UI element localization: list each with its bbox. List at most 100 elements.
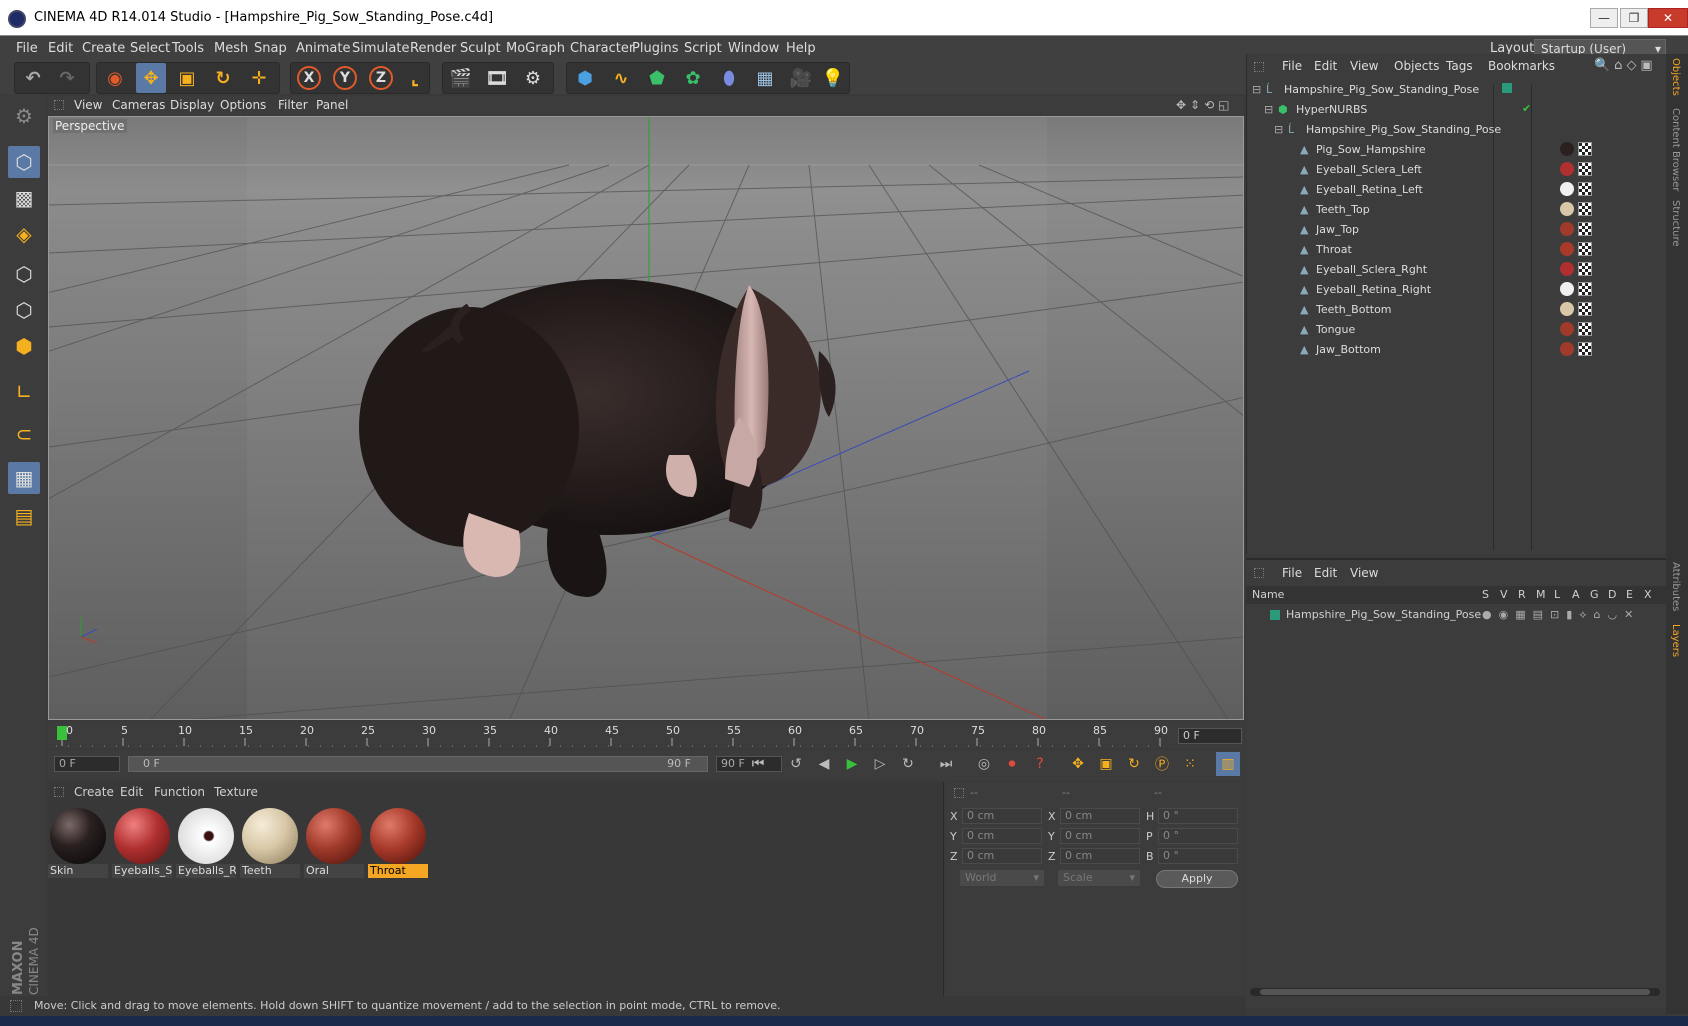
object-row[interactable]: ⊟ Ĺ Hampshire_Pig_Sow_Standing_Pose [1250,120,1664,140]
light-icon[interactable]: 💡 [818,63,848,93]
material-tag-icon[interactable] [1560,142,1574,156]
camera-icon[interactable]: 🎥 [786,63,816,93]
layer-col-generators[interactable]: G [1590,588,1599,601]
material-menu-edit[interactable]: Edit [120,785,143,799]
size-y-field[interactable]: 0 cm [1060,828,1140,844]
scale-icon[interactable]: ▣ [172,63,202,93]
object-row[interactable]: ▲ Jaw_Bottom [1250,340,1664,360]
position-y-field[interactable]: 0 cm [962,828,1042,844]
position-x-field[interactable]: 0 cm [962,808,1042,824]
menu-render[interactable]: Render [410,41,456,56]
key-pla-icon[interactable]: ⁙ [1178,752,1202,776]
layer-col-render[interactable]: R [1518,588,1526,601]
object-menu-file[interactable]: File [1282,59,1302,73]
size-mode-select[interactable]: Scale ▾ [1058,870,1140,886]
material-swatch-oral[interactable]: Oral [304,806,364,878]
next-key-icon[interactable]: ↻ [896,752,920,776]
uvw-tag-icon[interactable] [1578,242,1592,256]
layer-col-view[interactable]: V [1500,588,1508,601]
object-row[interactable]: ▲ Eyeball_Sclera_Rght [1250,260,1664,280]
material-tag-icon[interactable] [1560,322,1574,336]
nurbs-icon[interactable]: ⬟ [642,63,672,93]
record-keys-icon[interactable]: ◎ [972,752,996,776]
live-selection-icon[interactable]: ◉ [100,63,130,93]
render-picture-viewer-icon[interactable]: 🎞 [482,63,512,93]
tab-attributes[interactable]: Attributes [1670,562,1681,611]
texture-mode-icon[interactable]: ▩ [8,182,40,214]
size-x-field[interactable]: 0 cm [1060,808,1140,824]
menu-select[interactable]: Select [130,41,170,56]
autokey-icon[interactable]: ⏺ [1000,752,1024,776]
previous-frame-icon[interactable]: ◀ [812,752,836,776]
viewport-menu-options[interactable]: Options [220,98,266,112]
layer-row[interactable]: Hampshire_Pig_Sow_Standing_Pose ●◉▦▤⊡▮⟡⌂… [1246,606,1666,624]
render-view-icon[interactable]: 🎬 [446,63,476,93]
key-parameter-icon[interactable]: Ⓟ [1150,752,1174,776]
object-row[interactable]: ▲ Throat [1250,240,1664,260]
points-mode-icon[interactable]: ⬡ [8,258,40,290]
layer-col-solo[interactable]: S [1482,588,1489,601]
rotation-h-field[interactable]: 0 ° [1158,808,1238,824]
layer-col-xref[interactable]: X [1644,588,1652,601]
frame-range-slider[interactable]: 0 F 90 F [128,756,708,772]
redo-icon[interactable]: ↷ [52,63,82,93]
uvw-tag-icon[interactable] [1578,202,1592,216]
material-swatch-skin[interactable]: Skin [48,806,108,878]
uvw-tag-icon[interactable] [1578,222,1592,236]
menu-help[interactable]: Help [786,41,816,56]
rotation-p-field[interactable]: 0 ° [1158,828,1238,844]
spline-icon[interactable]: ∿ [606,63,636,93]
viewport-menu-view[interactable]: View [74,98,102,112]
layer-col-animation[interactable]: A [1572,588,1580,601]
maximize-button[interactable]: ❐ [1620,8,1648,28]
layer-col-expressions[interactable]: E [1626,588,1633,601]
layer-col-deformers[interactable]: D [1608,588,1616,601]
key-rotation-icon[interactable]: ↻ [1122,752,1146,776]
material-tag-icon[interactable] [1560,182,1574,196]
material-tag-icon[interactable] [1560,222,1574,236]
material-tag-icon[interactable] [1560,342,1574,356]
material-tag-icon[interactable] [1560,302,1574,316]
object-menu-objects[interactable]: Objects [1394,59,1439,73]
object-row[interactable]: ▲ Tongue [1250,320,1664,340]
object-row[interactable]: ⊟ ⬢ HyperNURBS ✔ [1250,100,1664,120]
layer-col-manager[interactable]: M [1536,588,1546,601]
menu-snap[interactable]: Snap [254,41,287,56]
undo-icon[interactable]: ↶ [18,63,48,93]
x-axis-lock[interactable]: X [294,63,324,93]
floor-icon[interactable]: ▦ [750,63,780,93]
object-row[interactable]: ▲ Pig_Sow_Hampshire [1250,140,1664,160]
menu-plugins[interactable]: Plugins [632,41,679,56]
menu-edit[interactable]: Edit [48,41,73,56]
horizontal-scrollbar[interactable] [1250,988,1660,996]
edges-mode-icon[interactable]: ⬡ [8,294,40,326]
collapse-icon[interactable]: ⊟ [1252,83,1261,96]
array-icon[interactable]: ✿ [678,63,708,93]
object-row[interactable]: ▲ Jaw_Top [1250,220,1664,240]
move-icon[interactable]: ✥ [136,63,166,93]
uvw-tag-icon[interactable] [1578,182,1592,196]
key-scale-icon[interactable]: ▣ [1094,752,1118,776]
polygons-mode-icon[interactable]: ⬢ [8,330,40,362]
material-swatch-throat[interactable]: Throat [368,806,428,878]
material-menu-texture[interactable]: Texture [214,785,258,799]
object-nav-icons[interactable]: 🔍⌂◇▣ [1594,58,1657,73]
layer-menu-view[interactable]: View [1350,566,1378,580]
key-position-icon[interactable]: ✥ [1066,752,1090,776]
tab-content-browser[interactable]: Content Browser [1670,108,1681,191]
snap-icon[interactable]: ▦ [8,462,40,494]
uvw-tag-icon[interactable] [1578,162,1592,176]
viewport-menu-panel[interactable]: Panel [316,98,348,112]
go-to-start-icon[interactable]: ⏮ [746,752,770,776]
tab-structure[interactable]: Structure [1670,200,1681,247]
object-menu-edit[interactable]: Edit [1314,59,1337,73]
apply-button[interactable]: Apply [1156,870,1238,888]
play-icon[interactable]: ▶ [840,752,864,776]
scrollbar-thumb[interactable] [1260,989,1650,995]
make-editable-icon[interactable]: ⚙ [8,100,40,132]
coordinate-mode-select[interactable]: World ▾ [960,870,1044,886]
transform-icon[interactable]: ✛ [244,63,274,93]
rotate-icon[interactable]: ↻ [208,63,238,93]
material-menu-function[interactable]: Function [154,785,205,799]
uvw-tag-icon[interactable] [1578,322,1592,336]
